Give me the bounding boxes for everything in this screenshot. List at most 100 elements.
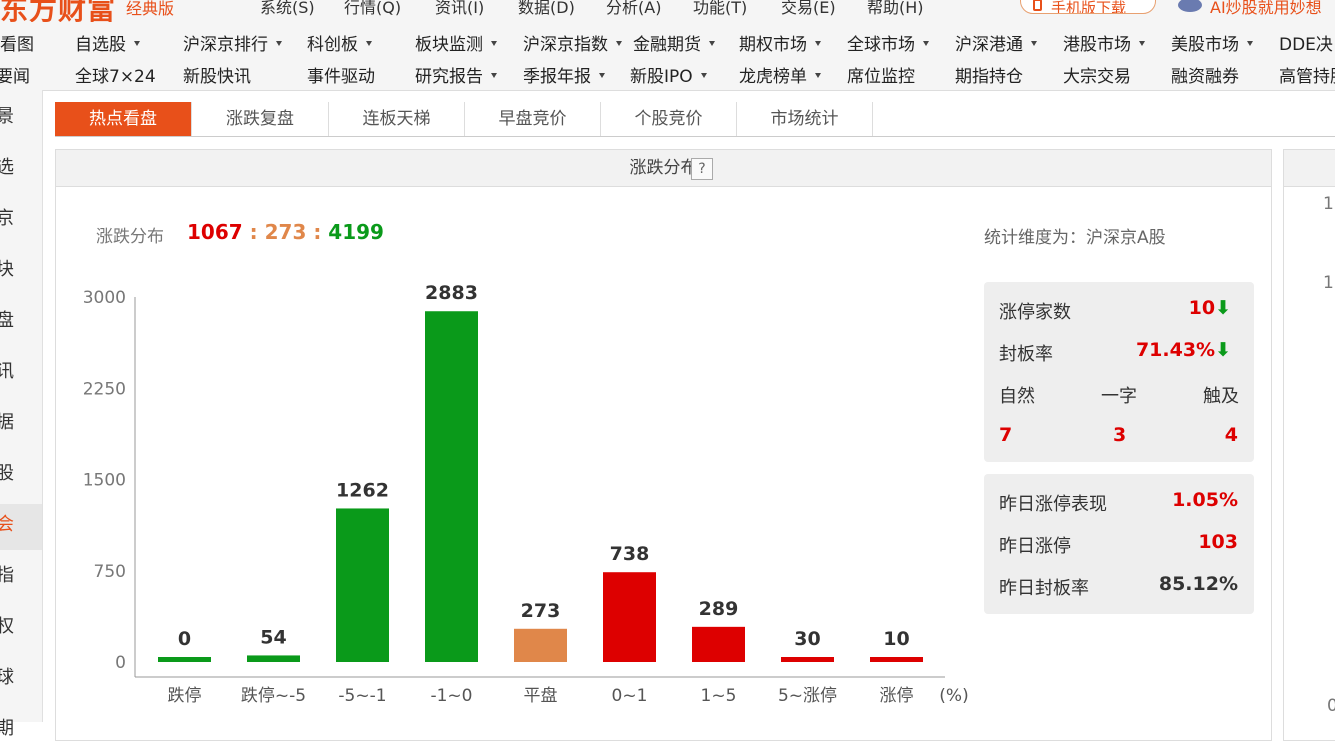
- nav-item-label: 期权市场: [739, 35, 807, 55]
- bar-value-label: 2883: [425, 282, 478, 304]
- sidebar-item[interactable]: 块: [0, 249, 42, 295]
- y-tick-label: 750: [94, 562, 126, 582]
- nav-item-label: 新股IPO: [630, 67, 693, 87]
- nav-item-label: DDE决: [1279, 35, 1333, 55]
- side-panel: [1283, 149, 1335, 741]
- sidebar-item[interactable]: 期: [0, 708, 42, 754]
- nav-item[interactable]: 季报年报: [523, 62, 605, 87]
- sidebar-item[interactable]: 权: [0, 606, 42, 652]
- nav-item[interactable]: 沪深京排行: [183, 30, 282, 55]
- ai-assistant-icon[interactable]: [1178, 0, 1202, 12]
- nav-item-label: 席位监控: [847, 67, 915, 87]
- bar-value-label: 10: [883, 628, 909, 650]
- nav-item[interactable]: 大宗交易: [1063, 62, 1131, 87]
- nav-item[interactable]: 研究报告: [415, 62, 497, 87]
- seal-rate: 71.43%: [1135, 339, 1216, 361]
- nav-item-label: 金融期货: [633, 35, 701, 55]
- sidebar-item[interactable]: 据: [0, 402, 42, 448]
- sidebar-item-label: 指: [0, 565, 14, 586]
- nav-item-label: 美股市场: [1171, 35, 1239, 55]
- nav-item[interactable]: 沪深京指数: [523, 30, 622, 55]
- nav-item-label: 科创板: [307, 35, 358, 55]
- sidebar-item[interactable]: 股: [0, 453, 42, 499]
- sidebar-item[interactable]: 京: [0, 198, 42, 244]
- nav-item[interactable]: 事件驱动: [307, 62, 375, 87]
- nav-item[interactable]: 要闻: [0, 62, 30, 87]
- nav-item[interactable]: 全球市场: [847, 30, 929, 55]
- chevron-down-icon: [276, 40, 282, 46]
- bar: [692, 626, 745, 662]
- col-yizi-value: 3: [1113, 424, 1127, 446]
- phone-icon: [1033, 0, 1042, 11]
- nav-item-label: 事件驱动: [307, 67, 375, 87]
- nav-item[interactable]: 金融期货: [633, 30, 715, 55]
- col-natural-value: 7: [999, 424, 1013, 446]
- mobile-download-label: 手机版下载: [1051, 0, 1127, 14]
- nav-item[interactable]: 融资融券: [1171, 62, 1239, 87]
- chevron-down-icon: [815, 72, 821, 78]
- mobile-download-button[interactable]: 手机版下载: [1020, 0, 1156, 14]
- x-tick-label: 0~1: [612, 686, 648, 706]
- sidebar-item[interactable]: 盘: [0, 300, 42, 346]
- sidebar-item-label: 期: [0, 718, 14, 739]
- nav-item[interactable]: 席位监控: [847, 62, 915, 87]
- nav-item[interactable]: 自选股: [75, 30, 140, 55]
- nav-item[interactable]: 板块监测: [415, 30, 497, 55]
- col-touch-label: 触及: [1203, 386, 1239, 407]
- sidebar-item[interactable]: 选: [0, 147, 42, 193]
- nav-item[interactable]: 高管持股: [1279, 62, 1335, 87]
- nav-item-label: 沪深港通: [955, 35, 1023, 55]
- nav-item-label: 全球7×24: [75, 67, 156, 87]
- nav-item-label: 龙虎榜单: [739, 67, 807, 87]
- nav-item-label: 大宗交易: [1063, 67, 1131, 87]
- sidebar-item[interactable]: 指: [0, 555, 42, 601]
- bar: [603, 572, 656, 662]
- sidebar-item-label: 据: [0, 412, 14, 433]
- chevron-down-icon: [1139, 40, 1145, 46]
- x-tick-label: 跌停~-5: [241, 686, 306, 706]
- nav-item[interactable]: 美股市场: [1171, 30, 1253, 55]
- nav-item-label: 自选股: [75, 35, 126, 55]
- sidebar-item-label: 盘: [0, 310, 14, 331]
- nav-item[interactable]: 期指持仓: [955, 62, 1023, 87]
- x-tick-label: 1~5: [701, 686, 737, 706]
- limit-up-count-value: 10⬇: [1189, 297, 1231, 319]
- nav-item[interactable]: 龙虎榜单: [739, 62, 821, 87]
- nav-item-label: 季报年报: [523, 67, 591, 87]
- nav-item[interactable]: DDE决: [1279, 30, 1333, 55]
- nav-item[interactable]: 全球7×24: [75, 62, 156, 87]
- sidebar-item[interactable]: 球: [0, 657, 42, 703]
- ai-link[interactable]: AI炒股就用妙想: [1210, 0, 1322, 18]
- nav-item-label: 港股市场: [1063, 35, 1131, 55]
- yesterday-limit-label: 昨日涨停: [999, 536, 1071, 557]
- nav-item[interactable]: 科创板: [307, 30, 372, 55]
- side-panel-tick: 1: [1323, 273, 1334, 293]
- nav-item-label: 沪深京排行: [183, 35, 268, 55]
- nav-item[interactable]: 沪深港通: [955, 30, 1037, 55]
- sidebar-item-label: 选: [0, 157, 14, 178]
- nav-item-label: 全球市场: [847, 35, 915, 55]
- bar: [247, 655, 300, 662]
- bar-value-label: 738: [610, 543, 650, 565]
- sidebar-item[interactable]: 景: [0, 96, 42, 142]
- chevron-down-icon: [700, 72, 707, 78]
- nav-item[interactable]: 港股市场: [1063, 30, 1145, 55]
- nav-item-label: 高管持股: [1279, 67, 1335, 87]
- chevron-down-icon: [491, 40, 497, 46]
- nav-item[interactable]: 新股快讯: [183, 62, 251, 87]
- nav-item[interactable]: 期权市场: [739, 30, 821, 55]
- nav-item[interactable]: 新股IPO: [630, 62, 707, 87]
- sidebar-item[interactable]: 讯: [0, 351, 42, 397]
- sidebar-item[interactable]: 会: [0, 504, 42, 550]
- yesterday-perf-label: 昨日涨停表现: [999, 494, 1107, 515]
- nav-item-label: 融资融券: [1171, 67, 1239, 87]
- chevron-down-icon: [1247, 40, 1253, 46]
- sidebar-item-label: 景: [0, 106, 14, 127]
- y-tick-label: 2250: [83, 379, 126, 399]
- chevron-down-icon: [815, 40, 821, 46]
- sidebar-item-label: 讯: [0, 361, 14, 382]
- chevron-down-icon: [709, 40, 715, 46]
- limit-up-count-label: 涨停家数: [999, 302, 1071, 323]
- bar: [425, 311, 478, 662]
- nav-item[interactable]: 看图: [0, 30, 34, 55]
